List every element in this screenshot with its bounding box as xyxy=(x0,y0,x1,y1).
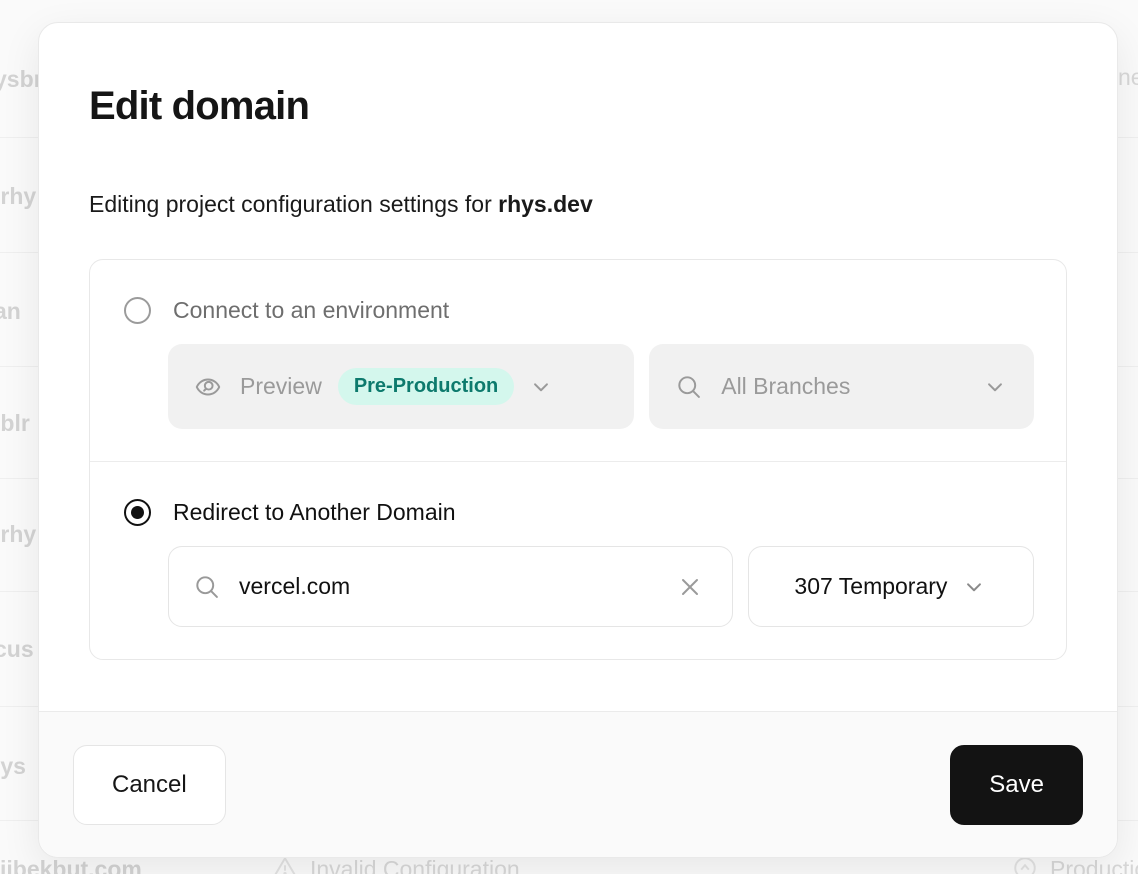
redirect-status-select[interactable]: 307 Temporary xyxy=(748,546,1034,627)
close-icon xyxy=(676,573,704,601)
dialog-footer: Cancel Save xyxy=(39,711,1117,857)
connect-environment-label: Connect to an environment xyxy=(173,296,449,324)
branch-select[interactable]: All Branches xyxy=(649,344,1034,429)
redirect-domain-radio[interactable] xyxy=(124,499,151,526)
bg-text-fragment: ne xyxy=(1118,64,1138,91)
dialog-title: Edit domain xyxy=(89,83,1067,129)
search-icon xyxy=(193,573,221,601)
chevron-down-icon xyxy=(528,374,554,400)
bg-domain-fragment: an xyxy=(0,298,21,325)
chevron-down-icon xyxy=(982,374,1008,400)
domain-options-card: Connect to an environment Preview Pre-Pr xyxy=(89,259,1067,660)
save-button[interactable]: Save xyxy=(950,745,1083,825)
chevron-down-icon xyxy=(961,574,987,600)
environment-select-value: Preview xyxy=(240,373,322,400)
subtitle-text: Editing project configuration settings f… xyxy=(89,191,498,217)
redirect-domain-section: Redirect to Another Domain xyxy=(90,462,1066,659)
connect-environment-section: Connect to an environment Preview Pre-Pr xyxy=(90,260,1066,461)
bg-domain-fragment: ysbr xyxy=(0,66,43,93)
search-icon xyxy=(675,373,703,401)
connect-environment-radio[interactable] xyxy=(124,297,151,324)
project-domain-name: rhys.dev xyxy=(498,191,593,217)
bg-domain-fragment: lys xyxy=(0,753,26,780)
clear-input-button[interactable] xyxy=(672,569,708,605)
redirect-status-value: 307 Temporary xyxy=(794,573,947,600)
environment-select[interactable]: Preview Pre-Production xyxy=(168,344,634,429)
preview-environment-icon xyxy=(194,373,222,401)
bg-domain-fragment: .blr xyxy=(0,410,30,437)
dialog-subtitle: Editing project configuration settings f… xyxy=(89,189,1067,219)
edit-domain-dialog: Edit domain Editing project configuratio… xyxy=(38,22,1118,858)
bg-environment-text: Production xyxy=(1050,856,1138,874)
cancel-button[interactable]: Cancel xyxy=(73,745,226,825)
redirect-domain-input[interactable] xyxy=(239,573,672,600)
bg-domain-fragment: cus xyxy=(0,636,34,663)
environment-badge: Pre-Production xyxy=(338,368,514,405)
bg-domain-fragment: .rhy xyxy=(0,521,36,548)
bg-domain-fragment: .rhy xyxy=(0,183,36,210)
redirect-domain-input-wrap xyxy=(168,546,733,627)
bg-domain-name: jibekbut.com xyxy=(0,856,142,874)
bg-status-text: Invalid Configuration xyxy=(310,856,520,874)
branch-select-value: All Branches xyxy=(721,373,850,400)
redirect-domain-label: Redirect to Another Domain xyxy=(173,498,456,526)
